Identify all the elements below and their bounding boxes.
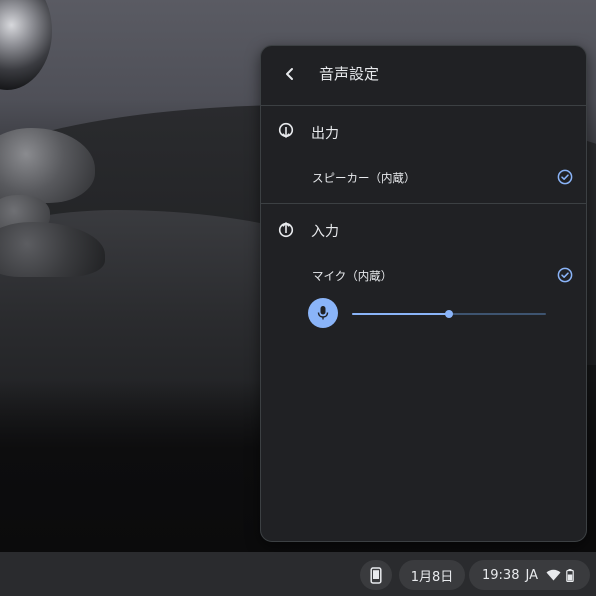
check-circle-icon [557,267,573,283]
date-label: 1月8日 [410,569,454,585]
slider-thumb[interactable] [445,310,453,318]
input-device-row[interactable]: マイク（内蔵） [261,262,586,290]
desktop-wallpaper: 音声設定 出力 スピーカー（内蔵） 入力 マイク（内蔵） [0,0,596,552]
mic-mute-button[interactable] [308,298,338,328]
input-gain-slider[interactable] [352,310,546,318]
battery-icon [566,568,574,582]
back-button[interactable] [279,62,301,86]
phone-hub-button[interactable] [360,560,392,590]
output-heading: 出力 [311,126,339,142]
microphone-icon [317,306,329,320]
output-icon [278,122,294,138]
panel-title: 音声設定 [319,65,380,83]
phone-hub-icon [370,566,382,584]
input-device-label: マイク（内蔵） [312,269,393,283]
panel-header: 音声設定 [261,46,586,106]
wifi-icon [546,569,561,581]
input-heading: 入力 [311,224,339,240]
time-label: 19:38 [482,567,520,583]
date-tray-button[interactable]: 1月8日 [399,560,465,590]
input-icon [278,222,294,238]
output-device-label: スピーカー（内蔵） [312,171,416,185]
status-area-button[interactable]: 19:38 JA [469,560,590,590]
output-device-row[interactable]: スピーカー（内蔵） [261,164,586,192]
audio-settings-panel: 音声設定 出力 スピーカー（内蔵） 入力 マイク（内蔵） [260,45,587,542]
shelf: 1月8日 19:38 JA [0,552,596,596]
slider-fill [352,313,449,315]
section-divider [261,203,586,204]
ime-label: JA [525,567,538,583]
check-circle-icon [557,169,573,185]
wallpaper-sphere [0,0,52,90]
chevron-left-icon [286,68,293,80]
